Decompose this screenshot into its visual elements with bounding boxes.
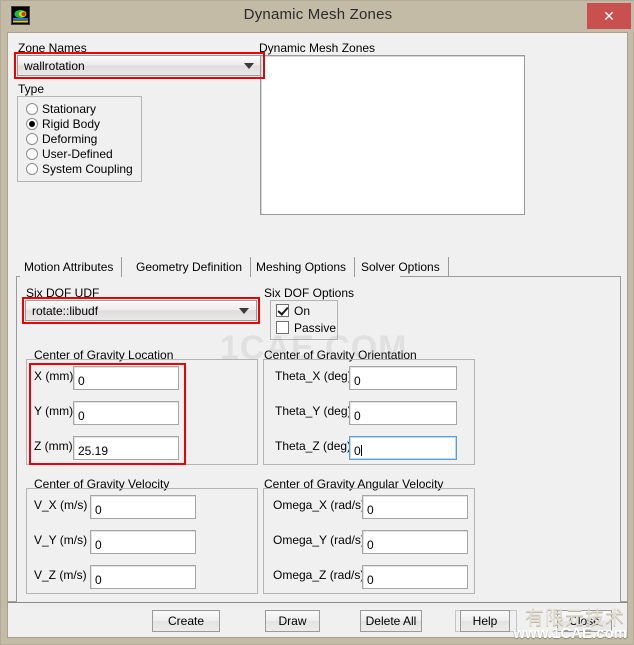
cog-location-input-x[interactable]: 0: [73, 366, 179, 390]
cog-velocity-value-y: 0: [95, 538, 102, 552]
close-icon[interactable]: ✕: [587, 3, 631, 29]
zone-names-combo[interactable]: wallrotation: [17, 55, 262, 76]
chevron-down-icon: [244, 62, 254, 69]
radio-label-stationary: Stationary: [42, 102, 97, 116]
checkbox-label-on: On: [294, 304, 311, 318]
cog-angular-velocity-value-x: 0: [367, 503, 374, 517]
cog-velocity-input-z[interactable]: 0: [90, 565, 196, 589]
cog-orientation-value-z-wrap: 0: [354, 444, 362, 458]
cog-orientation-value-z: 0: [354, 444, 361, 458]
tab-meshing-options[interactable]: Meshing Options: [248, 257, 356, 277]
tab-strip: Motion Attributes Geometry Definition Me…: [16, 257, 621, 277]
radio-label-user-defined: User-Defined: [42, 147, 113, 161]
cog-location-input-y[interactable]: 0: [73, 401, 179, 425]
cog-location-value-y: 0: [78, 409, 85, 423]
cog-velocity-input-x[interactable]: 0: [90, 495, 196, 519]
cog-location-value-z: 25.19: [78, 444, 109, 458]
cog-location-label-z: Z (mm): [34, 439, 73, 453]
radio-icon-deforming: [26, 133, 38, 145]
cog-orientation-label-y: Theta_Y (deg): [275, 404, 352, 418]
cog-velocity-label-z: V_Z (m/s): [34, 568, 87, 582]
tab-solver-options[interactable]: Solver Options: [353, 257, 449, 277]
dynamic-mesh-zones-listbox[interactable]: [260, 55, 525, 215]
close-button[interactable]: Close: [557, 610, 612, 632]
six-dof-udf-value: rotate::libudf: [32, 303, 99, 318]
six-dof-udf-label: Six DOF UDF: [26, 286, 100, 300]
chevron-down-icon-udf: [239, 307, 249, 314]
window-title: Dynamic Mesh Zones: [243, 6, 393, 23]
zone-names-value: wallrotation: [24, 58, 85, 73]
cog-orientation-value-x: 0: [354, 374, 361, 388]
cog-location-label-y: Y (mm): [34, 404, 74, 418]
cog-orientation-input-x[interactable]: 0: [349, 366, 457, 390]
tab-geometry-definition[interactable]: Geometry Definition: [128, 257, 252, 277]
type-label: Type: [18, 82, 45, 96]
dialog-client-area: Zone Names wallrotation Type Stationary …: [7, 32, 628, 611]
radio-label-deforming: Deforming: [42, 132, 98, 146]
radio-icon-rigid-body: [26, 118, 38, 130]
radio-label-system-coupling: System Coupling: [42, 162, 133, 176]
cog-location-label-x: X (mm): [34, 369, 74, 383]
dialog-window: Dynamic Mesh Zones ✕ Zone Names wallrota…: [0, 0, 634, 645]
cog-velocity-value-z: 0: [95, 573, 102, 587]
dialog-footer: Create Draw Delete All Delete Close: [7, 602, 628, 638]
cog-orientation-label-z: Theta_Z (deg): [275, 439, 352, 453]
radio-icon-user-defined: [26, 148, 38, 160]
cog-location-value-x: 0: [78, 374, 85, 388]
cog-angular-velocity-input-x[interactable]: 0: [362, 495, 468, 519]
text-caret: [360, 445, 362, 456]
radio-label-rigid-body: Rigid Body: [42, 117, 101, 131]
cog-angular-velocity-label-y: Omega_Y (rad/s): [273, 533, 365, 547]
radio-icon-system-coupling: [26, 163, 38, 175]
cog-velocity-label-y: V_Y (m/s): [34, 533, 88, 547]
checkbox-icon-on: [276, 304, 289, 317]
radio-icon-stationary: [26, 103, 38, 115]
zone-names-label: Zone Names: [18, 41, 87, 55]
cog-velocity-label-x: V_X (m/s): [34, 498, 88, 512]
help-button[interactable]: Help: [460, 610, 510, 632]
cog-orientation-input-y[interactable]: 0: [349, 401, 457, 425]
cog-velocity-value-x: 0: [95, 503, 102, 517]
cog-angular-velocity-label-x: Omega_X (rad/s): [273, 498, 366, 512]
cog-orientation-input-z[interactable]: 0: [349, 436, 457, 460]
cog-location-input-z[interactable]: 25.19: [73, 436, 179, 460]
cog-angular-velocity-label-z: Omega_Z (rad/s): [273, 568, 365, 582]
checkbox-label-passive: Passive: [294, 321, 337, 335]
cog-angular-velocity-value-z: 0: [367, 573, 374, 587]
checkbox-icon-passive: [276, 321, 289, 334]
cog-angular-velocity-input-y[interactable]: 0: [362, 530, 468, 554]
create-button[interactable]: Create: [152, 610, 220, 632]
cog-velocity-input-y[interactable]: 0: [90, 530, 196, 554]
cog-angular-velocity-input-z[interactable]: 0: [362, 565, 468, 589]
six-dof-options-label: Six DOF Options: [264, 286, 355, 300]
tab-motion-attributes[interactable]: Motion Attributes: [16, 257, 123, 277]
title-bar: Dynamic Mesh Zones ✕: [1, 1, 634, 32]
cog-orientation-label-x: Theta_X (deg): [275, 369, 352, 383]
delete-all-button[interactable]: Delete All: [360, 610, 422, 632]
dynamic-mesh-zones-label: Dynamic Mesh Zones: [259, 41, 376, 55]
draw-button[interactable]: Draw: [265, 610, 320, 632]
six-dof-udf-combo[interactable]: rotate::libudf: [25, 300, 257, 321]
cog-angular-velocity-value-y: 0: [367, 538, 374, 552]
cog-orientation-value-y: 0: [354, 409, 361, 423]
